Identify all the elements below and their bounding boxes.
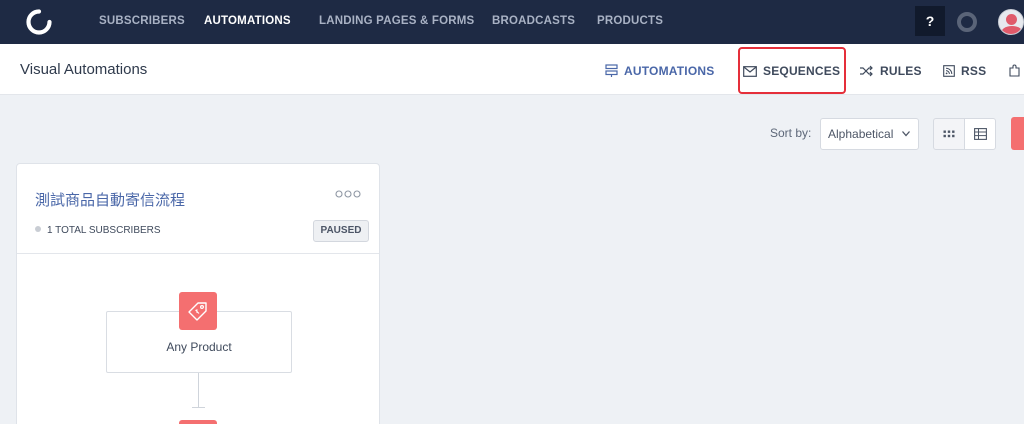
grid-view-icon — [943, 130, 955, 138]
subscriber-count: 1 TOTAL SUBSCRIBERS — [35, 225, 161, 236]
trigger-icon-badge[interactable] — [179, 292, 217, 330]
tag-icon — [188, 302, 207, 321]
logo-icon[interactable] — [26, 9, 52, 35]
automation-card[interactable]: 測試商品自動寄信流程 1 TOTAL SUBSCRIBERS PAUSED An… — [16, 163, 380, 424]
nav-item-subscribers[interactable]: SUBSCRIBERS — [99, 15, 185, 27]
notifications-ring-icon[interactable] — [957, 12, 977, 32]
tab-automations-label: AUTOMATIONS — [624, 64, 715, 78]
sort-by-label: Sort by: — [770, 126, 812, 140]
nav-item-automations[interactable]: AUTOMATIONS — [204, 15, 291, 27]
avatar[interactable] — [998, 9, 1024, 35]
status-dot — [35, 226, 41, 232]
card-divider — [17, 253, 379, 254]
sub-header: Visual Automations AUTOMATIONS SEQUENCES… — [0, 44, 1024, 95]
sort-select[interactable]: Alphabetical — [820, 118, 919, 150]
trigger-label: Any Product — [166, 340, 232, 354]
automation-title[interactable]: 測試商品自動寄信流程 — [35, 189, 185, 210]
tab-rss[interactable]: RSS — [943, 64, 986, 78]
automation-flow-icon — [605, 64, 618, 77]
flow-connector — [198, 373, 199, 408]
subscriber-count-text: 1 TOTAL SUBSCRIBERS — [47, 225, 161, 236]
sort-select-value: Alphabetical — [828, 127, 894, 141]
nav-item-products[interactable]: PRODUCTS — [597, 15, 663, 27]
list-view-button[interactable] — [964, 118, 996, 150]
nav-item-landing-pages-forms[interactable]: LANDING PAGES & FORMS — [319, 15, 474, 27]
rss-icon — [943, 65, 955, 77]
chevron-down-icon — [902, 131, 910, 137]
puzzle-icon — [1009, 64, 1020, 77]
shuffle-icon — [860, 65, 873, 77]
tab-rss-label: RSS — [961, 64, 987, 78]
next-step-node[interactable] — [179, 420, 217, 424]
avatar-head — [1006, 14, 1017, 25]
tab-integrations[interactable] — [1009, 64, 1024, 78]
help-button[interactable]: ? — [915, 6, 945, 36]
tab-rules[interactable]: RULES — [859, 64, 922, 78]
tab-automations[interactable]: AUTOMATIONS — [605, 64, 714, 78]
new-automation-button[interactable] — [1011, 117, 1024, 150]
table-view-icon — [974, 128, 987, 140]
more-options-icon[interactable] — [335, 190, 361, 198]
top-navigation: SUBSCRIBERS AUTOMATIONS LANDING PAGES & … — [0, 0, 1024, 44]
flow-connector-end — [192, 407, 205, 408]
sequences-highlight-box — [738, 47, 846, 94]
page-title: Visual Automations — [20, 61, 148, 78]
avatar-body — [1001, 26, 1023, 34]
nav-item-broadcasts[interactable]: BROADCASTS — [492, 15, 575, 27]
status-badge: PAUSED — [313, 220, 369, 242]
tab-rules-label: RULES — [880, 64, 922, 78]
grid-view-button[interactable] — [933, 118, 965, 150]
